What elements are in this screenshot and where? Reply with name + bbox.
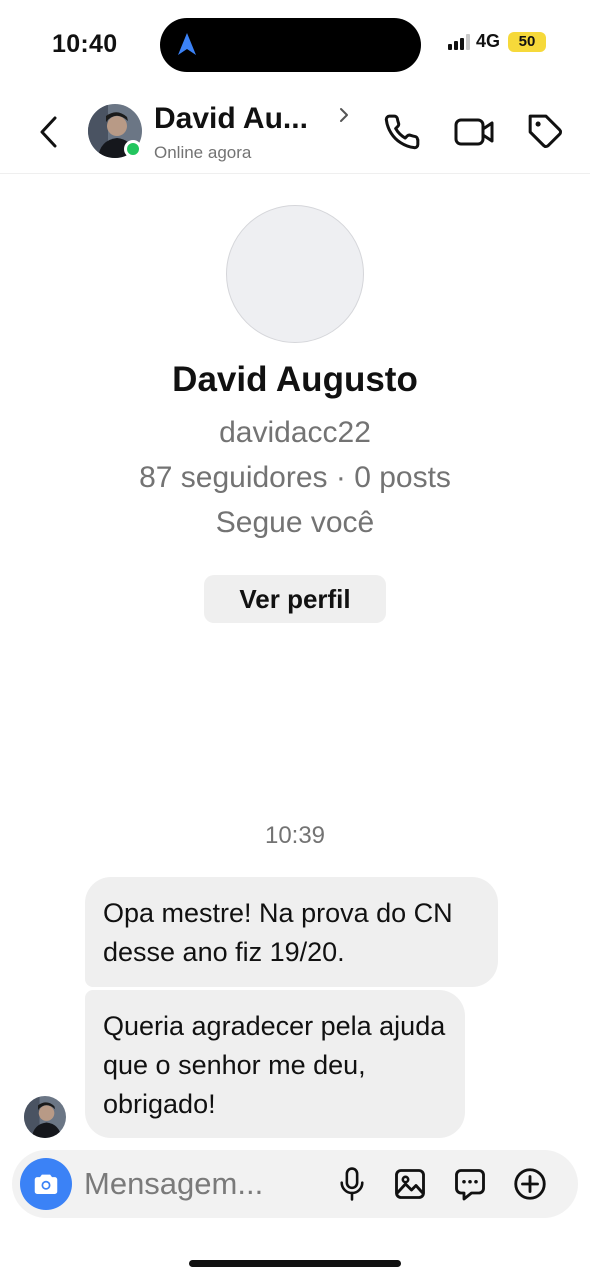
tag-button[interactable] — [526, 112, 566, 152]
contact-name[interactable]: David Au... — [154, 102, 308, 136]
back-chevron-icon — [40, 116, 57, 148]
online-indicator — [124, 140, 142, 158]
battery-indicator: 50 — [508, 31, 546, 52]
home-indicator[interactable] — [189, 1260, 401, 1267]
message-input[interactable] — [84, 1164, 314, 1204]
message-composer — [12, 1150, 578, 1218]
gallery-button[interactable] — [390, 1164, 430, 1204]
sender-avatar[interactable] — [24, 1096, 66, 1138]
sticker-icon — [455, 1169, 485, 1201]
status-indicators: 4G 50 — [447, 31, 546, 52]
status-time: 10:40 — [52, 30, 118, 58]
video-call-button[interactable] — [454, 112, 494, 152]
phone-icon — [384, 114, 420, 150]
plus-icon — [514, 1168, 546, 1200]
contact-status: Online agora — [154, 143, 252, 162]
network-type: 4G — [475, 31, 500, 51]
profile-username: davidacc22 — [219, 416, 371, 449]
camera-icon — [34, 1174, 58, 1194]
profile-stats: 87 seguidores · 0 posts — [139, 461, 451, 494]
call-button[interactable] — [382, 112, 422, 152]
chat-header: David Au... Online agora — [0, 92, 590, 174]
back-button[interactable] — [32, 112, 64, 152]
camera-button[interactable] — [20, 1158, 72, 1210]
message-bubble[interactable]: Queria agradecer pela ajuda que o senhor… — [85, 990, 465, 1138]
video-camera-icon — [454, 118, 494, 146]
view-profile-button[interactable]: Ver perfil — [204, 575, 386, 623]
voice-message-button[interactable] — [332, 1164, 372, 1204]
dynamic-island — [160, 18, 421, 72]
more-options-button[interactable] — [510, 1164, 550, 1204]
signal-icon — [447, 33, 470, 50]
follows-you-label: Segue você — [215, 506, 375, 539]
tag-icon — [528, 114, 562, 148]
sticker-button[interactable] — [450, 1164, 490, 1204]
message-timestamp: 10:39 — [264, 822, 326, 849]
message-bubble[interactable]: Opa mestre! Na prova do CN desse ano fiz… — [85, 877, 498, 987]
image-icon — [395, 1169, 425, 1199]
microphone-icon — [340, 1167, 364, 1201]
profile-name: David Augusto — [172, 360, 418, 399]
location-arrow-icon — [176, 31, 198, 62]
chevron-right-icon[interactable] — [338, 106, 350, 129]
status-bar: 10:40 4G 50 — [0, 0, 590, 92]
profile-picture-placeholder[interactable] — [226, 205, 364, 343]
